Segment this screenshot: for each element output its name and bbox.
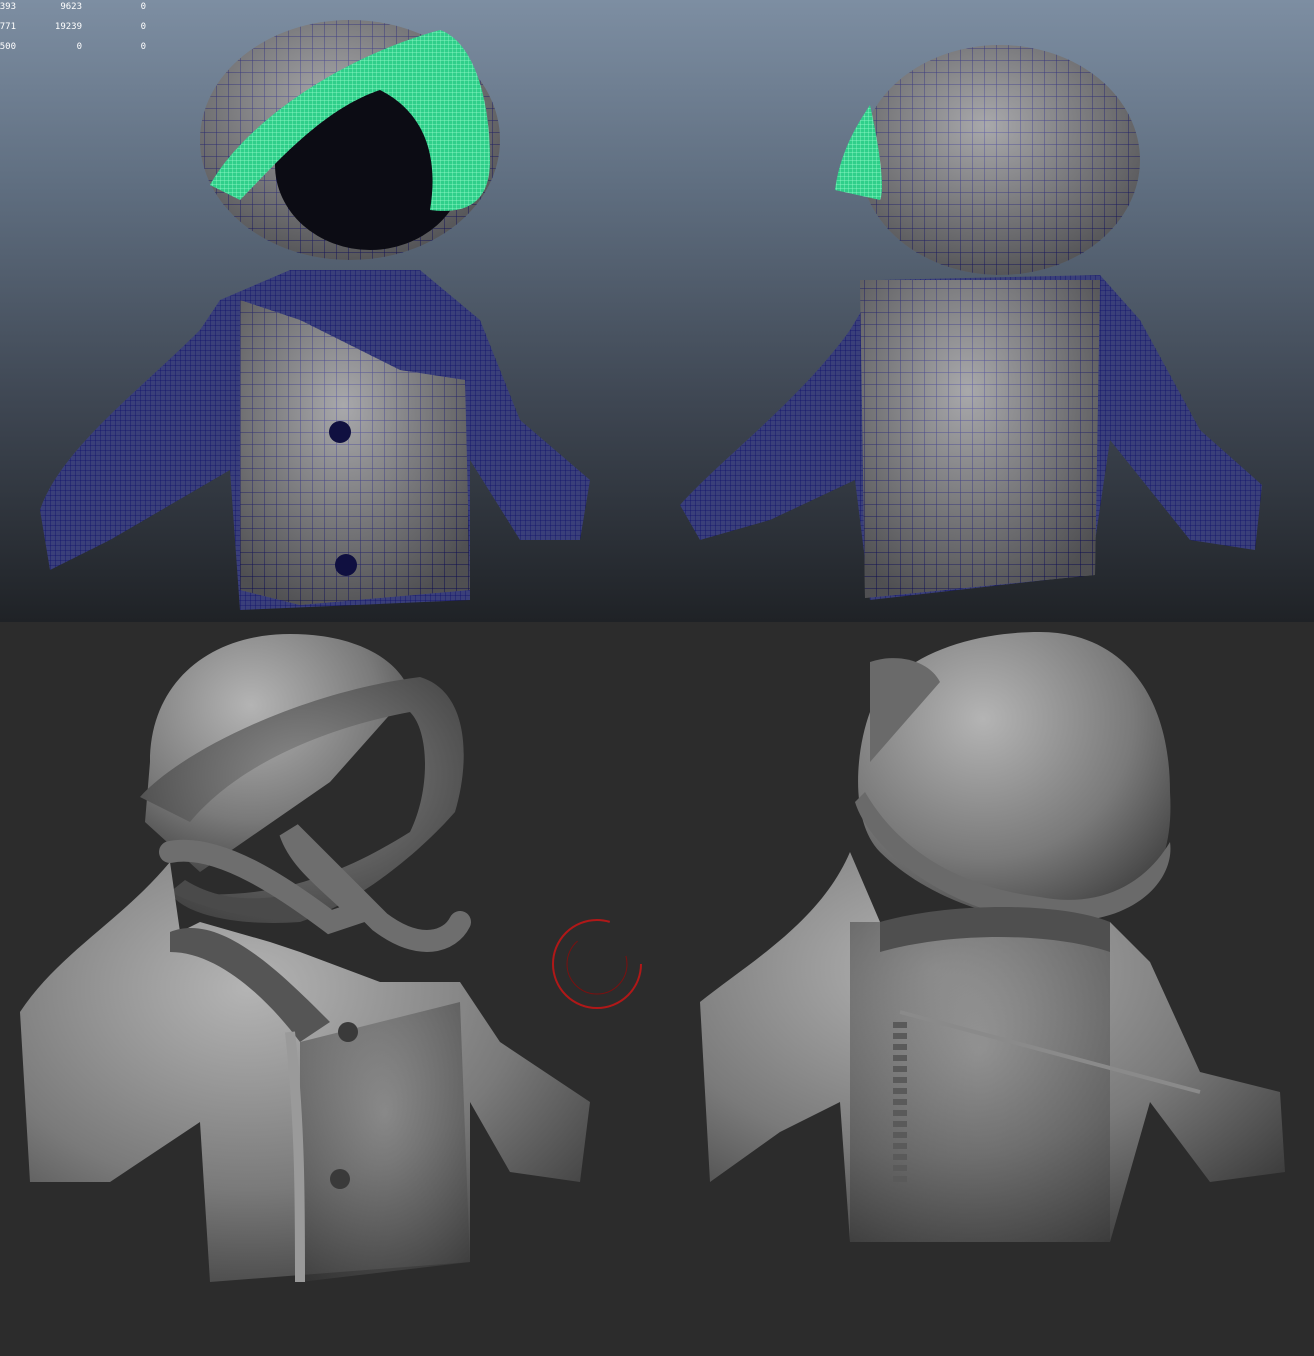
hud-value: 9623 [60, 2, 82, 12]
hud-value: 771 [0, 22, 16, 32]
wire-jacket-back [680, 275, 1262, 600]
hud-value: 0 [76, 42, 82, 52]
hud-row: 393 9623 0 [0, 2, 160, 22]
hud-value: 0 [140, 2, 146, 12]
wireframe-viewport[interactable]: 393 9623 0 771 19239 0 500 0 0 [0, 0, 1314, 622]
hud-value: 500 [0, 42, 16, 52]
wire-helmet-front [200, 20, 500, 260]
wireframe-scene [40, 20, 1262, 610]
wire-jacket-front [40, 270, 590, 610]
hud-value: 393 [0, 2, 16, 12]
hud-row: 771 19239 0 [0, 22, 160, 42]
sculpt-jacket-back [700, 852, 1285, 1242]
sculpt-helmet-front [140, 634, 464, 923]
sculpt-scene [20, 632, 1285, 1283]
poly-count-hud: 393 9623 0 771 19239 0 500 0 0 [0, 2, 160, 62]
hud-value: 0 [140, 22, 146, 32]
hud-value: 0 [140, 42, 146, 52]
hud-value: 19239 [54, 22, 82, 32]
sculpt-helmet-back [855, 632, 1171, 922]
sculpt-jacket-front [20, 824, 590, 1283]
circle-brush-cursor-icon [552, 919, 642, 1009]
sculpt-viewport[interactable] [0, 622, 1314, 1356]
hud-row: 500 0 0 [0, 42, 160, 62]
wire-helmet-back [835, 45, 1140, 275]
